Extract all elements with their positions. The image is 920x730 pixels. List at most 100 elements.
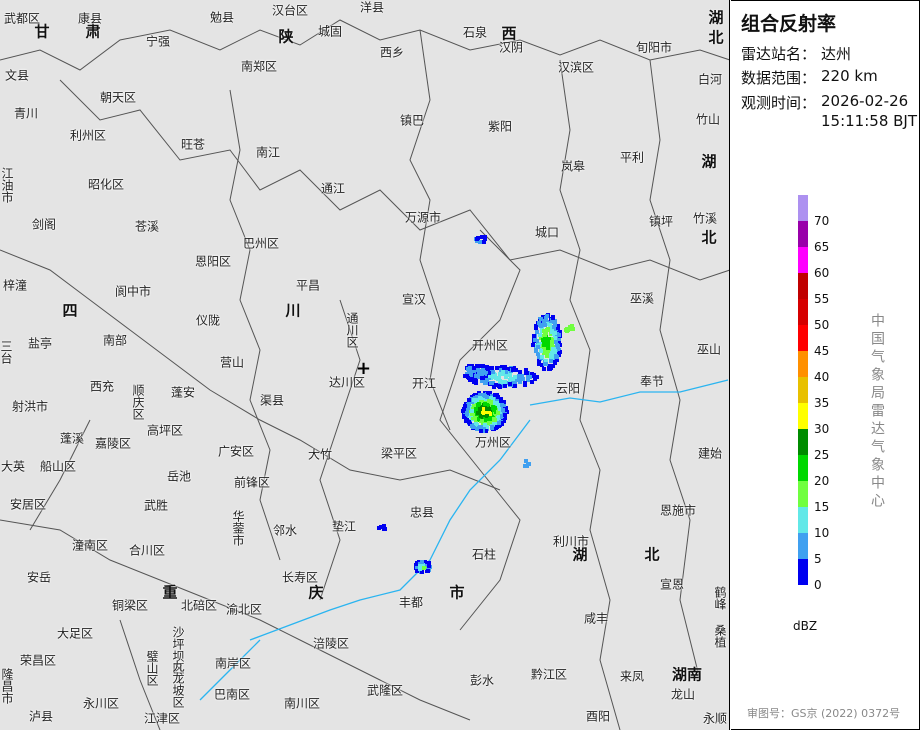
- place-label: 潼南区: [71, 538, 109, 553]
- place-label: 旺苍: [180, 137, 206, 152]
- echo-cell: [501, 370, 505, 374]
- echo-cell: [542, 367, 546, 371]
- place-label: 广安区: [217, 444, 255, 459]
- echo-cell: [500, 380, 504, 384]
- echo-cell: [546, 346, 550, 350]
- echo-cell: [523, 383, 527, 387]
- echo-cell: [553, 349, 557, 353]
- place-label: 盐亭: [27, 336, 53, 351]
- radar-map[interactable]: 甘肃陕西湖北湖北四川湖北重庆市湖南 武都区 康县 勉县 汉台区 城固 洋县 石泉 汉阴 旬阳市 西乡…: [0, 0, 730, 730]
- legend-tick: 15: [814, 500, 830, 514]
- place-label: 南郑区: [240, 59, 278, 74]
- place-label: 南江: [255, 145, 281, 160]
- place-label: 平昌: [295, 278, 321, 293]
- echo-cell: [486, 367, 490, 371]
- echo-cell: [487, 399, 491, 403]
- legend-tick: 30: [814, 422, 830, 436]
- legend-swatch: [798, 533, 808, 559]
- echo-cell: [383, 527, 387, 531]
- echo-cell: [511, 368, 515, 372]
- place-label: 岳池: [166, 469, 192, 484]
- echo-cell: [480, 419, 484, 423]
- echo-cell: [476, 411, 480, 415]
- date-value: 2026-02-26: [821, 92, 909, 110]
- place-label: 南川区: [283, 696, 321, 711]
- place-label: 涪陵区: [312, 636, 350, 651]
- product-title: 组合反射率: [741, 13, 837, 35]
- echo-cell: [465, 412, 469, 416]
- echo-cell: [485, 407, 489, 411]
- place-label: 宣恩: [659, 577, 685, 592]
- place-label: 竹山: [695, 112, 721, 127]
- legend-tick: 70: [814, 214, 830, 228]
- place-label: 来凤: [619, 669, 645, 684]
- echo-cell: [494, 376, 498, 380]
- province-label: 湖: [701, 152, 717, 171]
- echo-cell: [483, 402, 487, 406]
- echo-cell: [420, 560, 424, 564]
- place-label: 九龙坡区: [171, 660, 185, 708]
- legend-tick: 10: [814, 526, 830, 540]
- place-label: 昭化区: [87, 177, 125, 192]
- place-label: 恩施市: [659, 503, 697, 518]
- range-value: 220 km: [821, 67, 878, 85]
- place-label: 利州区: [69, 128, 107, 143]
- place-label: 蓬溪: [59, 431, 85, 446]
- echo-cell: [513, 375, 517, 379]
- legend-tick: 25: [814, 448, 830, 462]
- place-label: 璧山区: [145, 650, 159, 686]
- echo-cell: [495, 425, 499, 429]
- place-label: 鹤峰: [713, 586, 727, 610]
- place-label: 铜梁区: [111, 598, 149, 613]
- place-label: 南部: [102, 333, 128, 348]
- echo-cell: [490, 425, 494, 429]
- echo-cell: [470, 409, 474, 413]
- place-label: 南岸区: [214, 656, 252, 671]
- echo-cell: [552, 325, 556, 329]
- place-label: 彭水: [469, 673, 495, 688]
- echo-cell: [501, 408, 505, 412]
- place-label: 剑阁: [31, 217, 57, 232]
- place-label: 白河: [697, 72, 723, 87]
- place-label: 开州区: [471, 338, 509, 353]
- place-label: 桑植: [713, 624, 727, 648]
- echo-cell: [481, 364, 485, 368]
- echo-cell: [533, 338, 537, 342]
- echo-cell: [492, 385, 496, 389]
- color-legend: [798, 195, 808, 585]
- legend-swatch: [798, 351, 808, 377]
- station-row: 雷达站名： 达州: [741, 43, 851, 64]
- echo-cell: [536, 345, 540, 349]
- echo-cell: [535, 330, 539, 334]
- place-label: 黔江区: [530, 667, 568, 682]
- province-label: 四: [62, 301, 78, 320]
- echo-cell: [492, 408, 496, 412]
- echo-cell: [539, 349, 543, 353]
- echo-cell: [532, 334, 536, 338]
- legend-swatch: [798, 507, 808, 533]
- echo-cell: [480, 376, 484, 380]
- echo-cell: [550, 340, 554, 344]
- echo-cell: [427, 564, 431, 568]
- echo-cell: [491, 370, 495, 374]
- unit-label: dBZ: [793, 619, 818, 633]
- province-label: 重: [162, 583, 178, 602]
- place-label: 开江: [411, 376, 437, 391]
- place-label: 华蓥市: [231, 510, 245, 546]
- place-label: 石柱: [471, 547, 497, 562]
- place-label: 梁平区: [380, 446, 418, 461]
- echo-cell: [543, 323, 547, 327]
- echo-cell: [496, 411, 500, 415]
- echo-cell: [503, 413, 507, 417]
- province-label: 湖: [708, 8, 724, 27]
- place-label: 万州区: [474, 435, 512, 450]
- echo-cell: [542, 343, 546, 347]
- place-label: 前锋区: [233, 475, 271, 490]
- echo-cell: [422, 566, 426, 570]
- echo-cell: [498, 385, 502, 389]
- echo-cell: [537, 321, 541, 325]
- province-label: 北: [644, 545, 660, 564]
- place-label: 城固: [317, 24, 343, 39]
- echo-cell: [475, 237, 479, 241]
- echo-cell: [479, 429, 483, 433]
